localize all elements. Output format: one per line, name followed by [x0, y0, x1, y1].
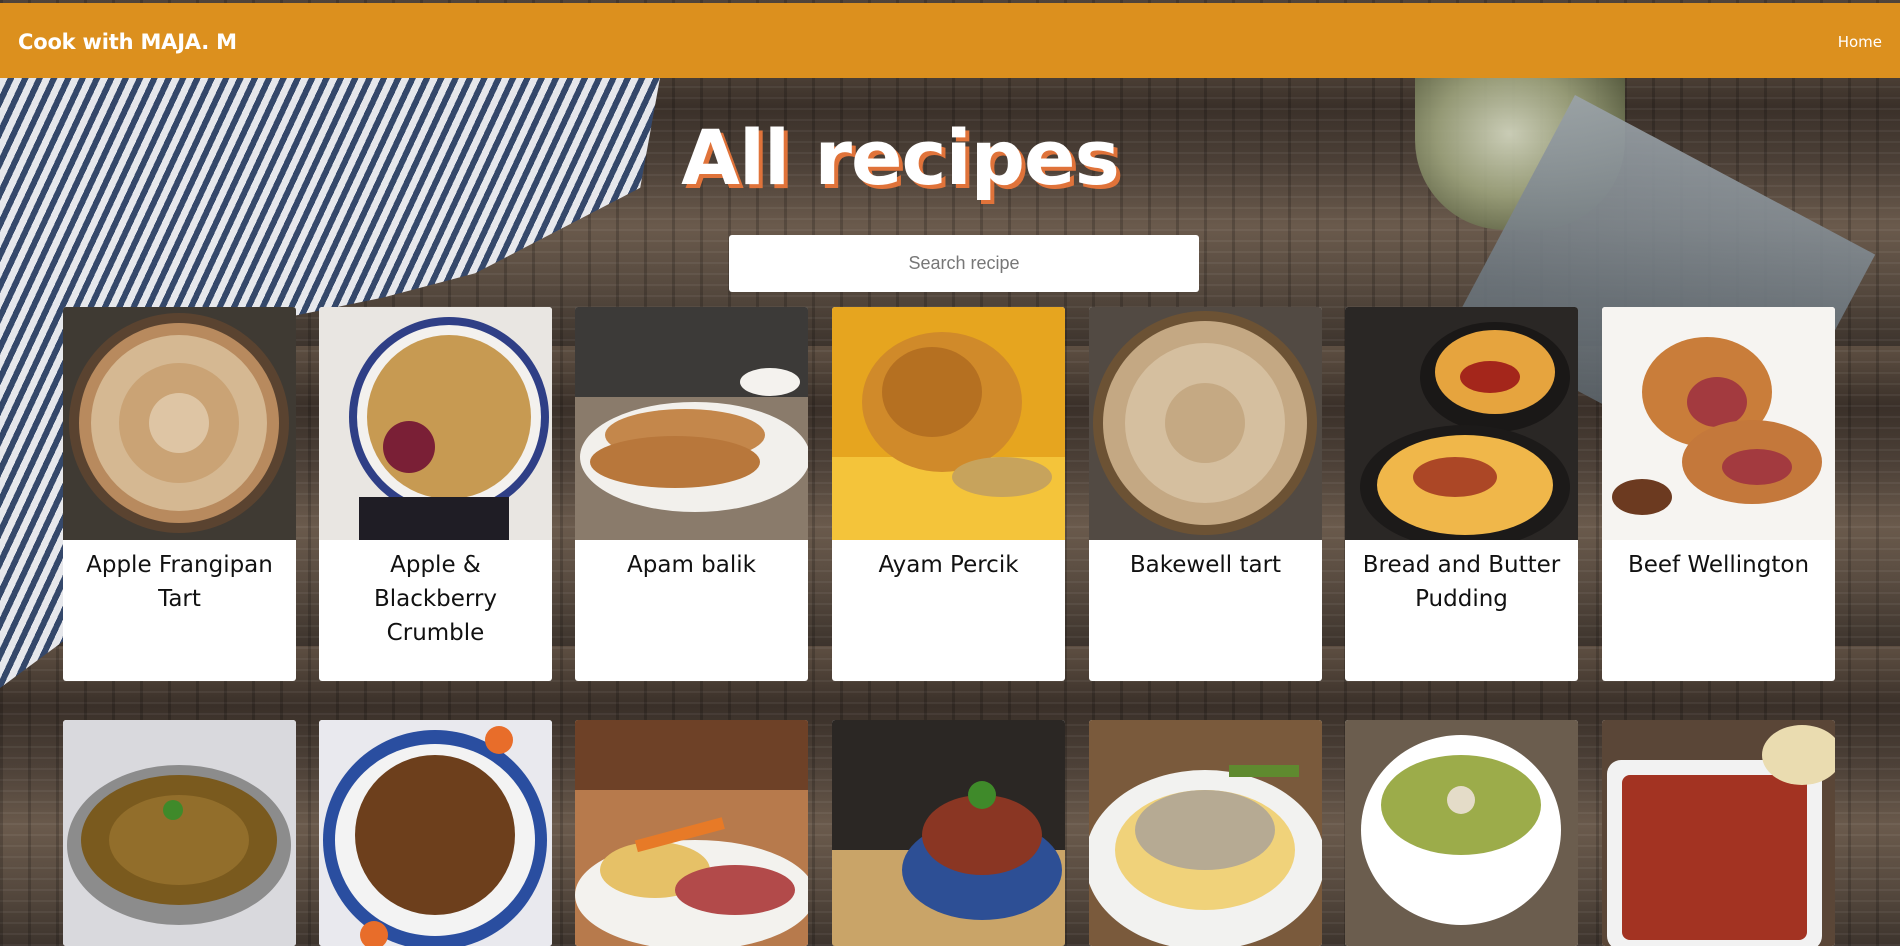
recipe-name: Beef Wellington: [1627, 552, 1810, 578]
recipe-card[interactable]: Apple Frangipan Tart: [63, 307, 296, 681]
search-input[interactable]: [729, 235, 1199, 292]
top-navbar: Cook with MAJA. M Home: [0, 3, 1900, 78]
recipe-image: [1602, 307, 1835, 540]
recipe-image: [832, 307, 1065, 540]
recipe-card[interactable]: Apam balik: [575, 307, 808, 681]
recipe-image: [575, 720, 808, 946]
recipe-card[interactable]: Bakewell tart: [1089, 307, 1322, 681]
recipe-image: [1602, 720, 1835, 946]
recipe-image: [832, 720, 1065, 946]
recipe-image: [1345, 307, 1578, 540]
recipe-name: Apple Frangipan Tart: [86, 552, 273, 612]
recipe-card[interactable]: [63, 720, 296, 946]
recipe-name: Apam balik: [627, 552, 756, 578]
nav-home-link[interactable]: Home: [1838, 33, 1882, 51]
page-title: All recipes: [681, 113, 1120, 202]
recipe-card[interactable]: [1602, 720, 1835, 946]
recipe-card[interactable]: [1089, 720, 1322, 946]
recipe-card[interactable]: [1345, 720, 1578, 946]
recipe-card[interactable]: Beef Wellington: [1602, 307, 1835, 681]
recipe-name: Bread and Butter Pudding: [1362, 552, 1561, 612]
recipe-card[interactable]: Apple & Blackberry Crumble: [319, 307, 552, 681]
recipe-name: Apple & Blackberry Crumble: [373, 552, 498, 646]
brand-logo[interactable]: Cook with MAJA. M: [18, 30, 237, 54]
recipe-image: [319, 307, 552, 540]
recipe-card[interactable]: [319, 720, 552, 946]
recipe-card[interactable]: [575, 720, 808, 946]
recipe-image: [1089, 720, 1322, 946]
recipe-card[interactable]: Bread and Butter Pudding: [1345, 307, 1578, 681]
recipe-card[interactable]: [832, 720, 1065, 946]
recipe-image: [575, 307, 808, 540]
recipe-image: [63, 307, 296, 540]
recipe-image: [1089, 307, 1322, 540]
recipe-card[interactable]: Ayam Percik: [832, 307, 1065, 681]
recipe-name: Bakewell tart: [1129, 552, 1282, 578]
recipe-name: Ayam Percik: [878, 552, 1019, 578]
recipe-image: [63, 720, 296, 946]
recipe-image: [319, 720, 552, 946]
recipe-image: [1345, 720, 1578, 946]
